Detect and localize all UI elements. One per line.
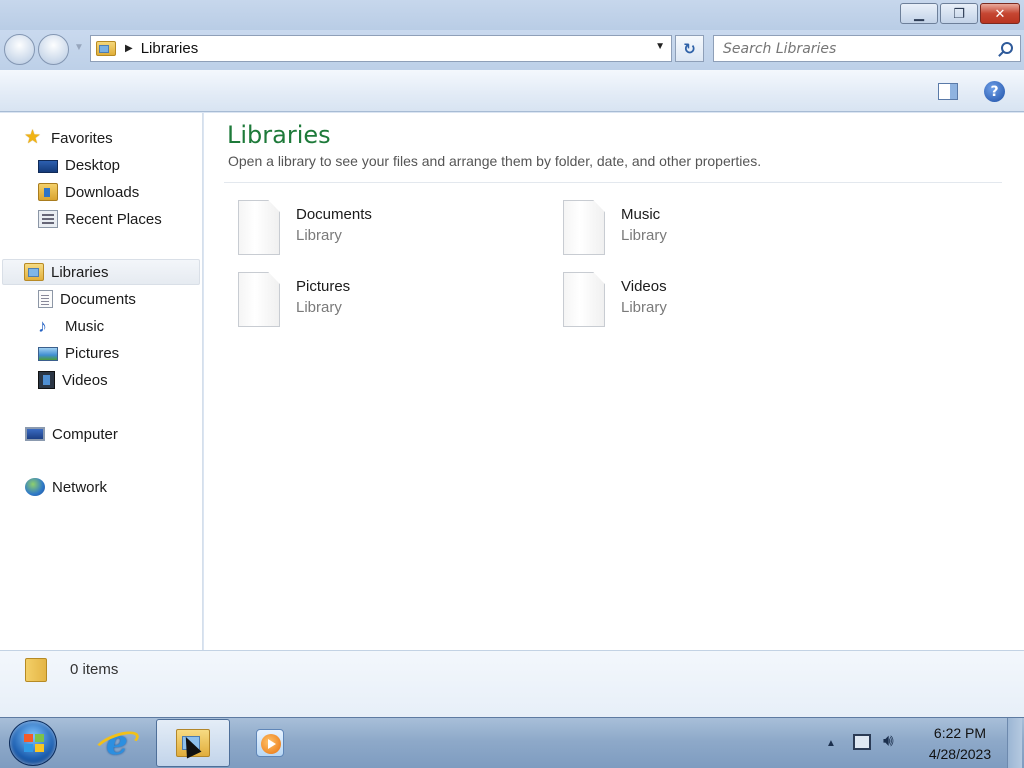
close-button[interactable]: ✕ bbox=[980, 3, 1020, 24]
clock[interactable]: 6:22 PM 4/28/2023 bbox=[917, 723, 1003, 765]
search-box[interactable] bbox=[713, 35, 1021, 62]
forward-button[interactable] bbox=[38, 34, 69, 65]
library-file-icon bbox=[238, 200, 280, 255]
library-tile-music[interactable]: Music Library bbox=[553, 200, 853, 260]
breadcrumb-arrow-icon[interactable]: ▶ bbox=[125, 43, 133, 54]
page-subtitle: Open a library to see your files and arr… bbox=[228, 153, 762, 169]
clock-date: 4/28/2023 bbox=[928, 746, 992, 762]
network-icon bbox=[25, 478, 45, 496]
recent-places-icon bbox=[38, 210, 58, 228]
library-name: Music bbox=[621, 206, 661, 223]
nav-label: Music bbox=[65, 317, 105, 335]
nav-label: Documents bbox=[60, 290, 136, 308]
nav-recent-places[interactable]: Recent Places bbox=[38, 206, 162, 232]
search-input[interactable] bbox=[723, 40, 993, 57]
nav-music[interactable]: ♪ Music bbox=[38, 313, 104, 339]
maximize-button[interactable]: ❐ bbox=[940, 3, 978, 24]
help-icon[interactable]: ? bbox=[984, 81, 1005, 102]
folder-icon bbox=[25, 658, 47, 682]
nav-downloads[interactable]: Downloads bbox=[38, 179, 139, 205]
show-desktop-button[interactable] bbox=[1007, 718, 1022, 768]
library-file-icon bbox=[563, 200, 605, 255]
library-name: Pictures bbox=[296, 278, 351, 295]
content-pane: Libraries Open a library to see your fil… bbox=[204, 113, 1024, 650]
taskbar: e ▲ 🔊︎ 6:22 PM 4/28/2023 bbox=[0, 717, 1024, 768]
command-bar: ? bbox=[0, 70, 1024, 112]
taskbar-internet-explorer[interactable]: e bbox=[80, 719, 154, 767]
library-type: Library bbox=[296, 299, 342, 316]
recent-pages-dropdown[interactable]: ▼ bbox=[74, 42, 84, 53]
page-title: Libraries bbox=[227, 121, 331, 149]
computer-icon bbox=[25, 427, 45, 441]
taskbar-media-player[interactable] bbox=[233, 719, 307, 767]
nav-label: Recent Places bbox=[65, 210, 162, 228]
address-row: ▼ ▶ Libraries ▼ ↻ bbox=[0, 30, 1024, 70]
nav-label: Libraries bbox=[51, 263, 109, 281]
nav-favorites[interactable]: ★ Favorites bbox=[24, 125, 113, 151]
nav-documents[interactable]: Documents bbox=[38, 286, 136, 312]
nav-network[interactable]: Network bbox=[25, 474, 107, 500]
library-tile-pictures[interactable]: Pictures Library bbox=[228, 272, 528, 332]
nav-desktop[interactable]: Desktop bbox=[38, 152, 120, 178]
volume-icon[interactable]: 🔊︎ bbox=[883, 731, 894, 751]
divider bbox=[224, 182, 1002, 183]
downloads-icon bbox=[38, 183, 58, 201]
nav-pictures[interactable]: Pictures bbox=[38, 340, 119, 366]
address-bar[interactable]: ▶ Libraries ▼ bbox=[90, 35, 672, 62]
refresh-button[interactable]: ↻ bbox=[675, 35, 704, 62]
music-icon: ♪ bbox=[38, 316, 47, 336]
star-icon: ★ bbox=[24, 127, 42, 148]
library-name: Videos bbox=[621, 278, 667, 295]
libraries-icon bbox=[24, 263, 44, 281]
clock-time: 6:22 PM bbox=[933, 725, 987, 741]
nav-label: Videos bbox=[62, 371, 108, 389]
show-hidden-icons-icon[interactable]: ▲ bbox=[826, 738, 836, 749]
library-name: Documents bbox=[296, 206, 372, 223]
media-player-icon bbox=[256, 729, 284, 757]
nav-libraries[interactable]: Libraries bbox=[2, 259, 200, 285]
search-icon[interactable] bbox=[1001, 42, 1013, 54]
nav-label: Favorites bbox=[51, 129, 113, 147]
details-pane: 0 items bbox=[0, 650, 1024, 717]
network-tray-icon[interactable] bbox=[853, 734, 871, 750]
address-dropdown-icon[interactable]: ▼ bbox=[655, 41, 665, 52]
caption-buttons: ▁ ❐ ✕ bbox=[900, 3, 1020, 24]
desktop-icon bbox=[38, 159, 58, 173]
documents-icon bbox=[38, 290, 53, 308]
library-file-icon bbox=[563, 272, 605, 327]
library-tile-documents[interactable]: Documents Library bbox=[228, 200, 528, 260]
navigation-pane: ★ Favorites Desktop Downloads Recent Pla… bbox=[0, 113, 203, 650]
start-button[interactable] bbox=[9, 720, 57, 766]
pictures-icon bbox=[38, 347, 58, 361]
breadcrumb-libraries[interactable]: Libraries bbox=[141, 40, 199, 57]
library-file-icon bbox=[238, 272, 280, 327]
windows-logo-icon bbox=[24, 734, 44, 753]
minimize-button[interactable]: ▁ bbox=[900, 3, 938, 24]
library-type: Library bbox=[296, 227, 342, 244]
nav-label: Downloads bbox=[65, 183, 140, 201]
nav-label: Pictures bbox=[65, 344, 120, 362]
title-bar: ▁ ❐ ✕ bbox=[0, 0, 1024, 30]
back-button[interactable] bbox=[4, 34, 35, 65]
library-type: Library bbox=[621, 227, 667, 244]
nav-label: Network bbox=[52, 478, 108, 496]
library-type: Library bbox=[621, 299, 667, 316]
nav-label: Computer bbox=[52, 425, 118, 443]
nav-videos[interactable]: Videos bbox=[38, 367, 108, 393]
preview-pane-icon[interactable] bbox=[938, 83, 958, 100]
nav-label: Desktop bbox=[65, 156, 121, 174]
videos-icon bbox=[38, 371, 55, 389]
item-count: 0 items bbox=[70, 661, 119, 678]
libraries-folder-icon bbox=[96, 41, 116, 56]
library-tile-videos[interactable]: Videos Library bbox=[553, 272, 853, 332]
nav-computer[interactable]: Computer bbox=[25, 421, 118, 447]
